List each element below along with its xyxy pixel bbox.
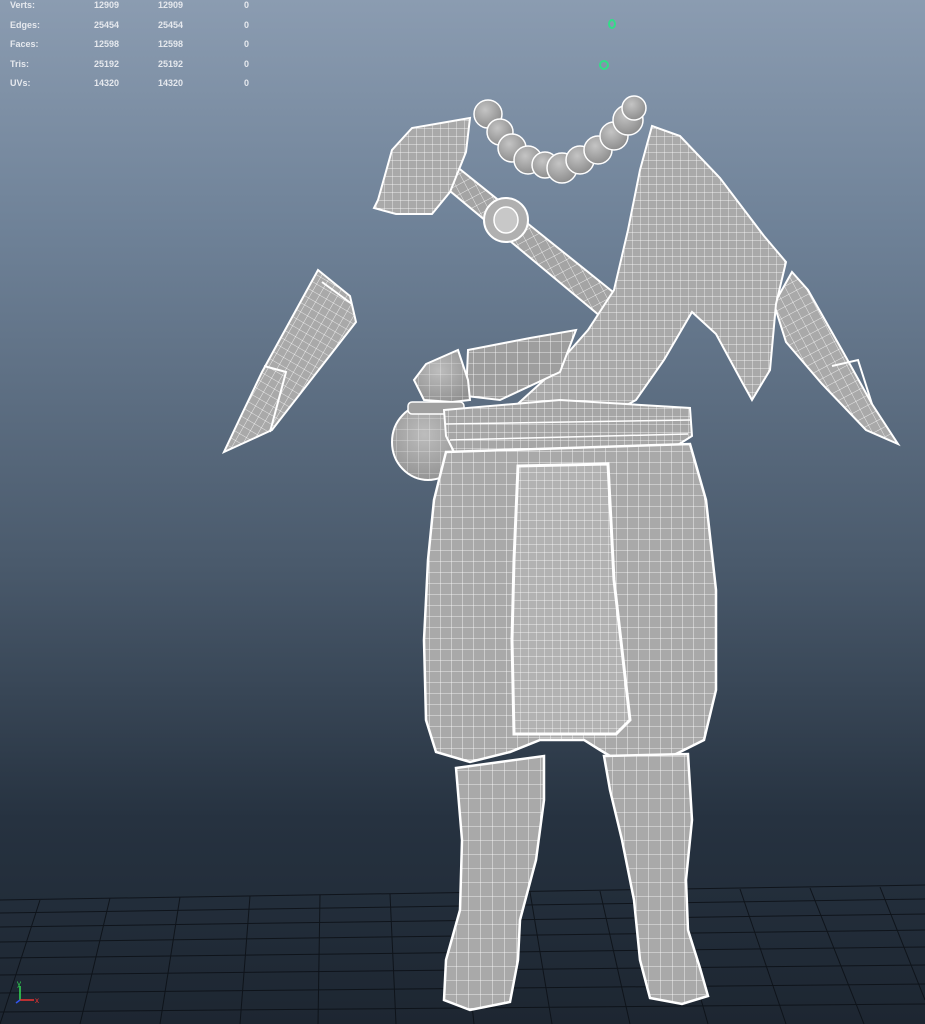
hud-label: Faces: xyxy=(10,39,39,49)
hud-value: 25192 xyxy=(94,58,120,69)
hud-value: 25454 xyxy=(158,19,184,30)
hud-row-verts: Verts: 12909 12909 0 xyxy=(10,0,270,16)
hud-value: 14320 xyxy=(94,78,120,88)
hud-value: 12598 xyxy=(94,39,120,49)
bead-necklace[interactable] xyxy=(473,95,647,184)
hud-value: 0 xyxy=(244,39,250,49)
hud-value: 0 xyxy=(244,19,250,30)
hud-label: Edges: xyxy=(10,19,41,30)
hud-row-uvs: UVs: 14320 14320 0 xyxy=(10,74,270,94)
hud-value: 12598 xyxy=(158,39,184,49)
viewport-scene[interactable] xyxy=(0,0,925,1024)
hud-value: 0 xyxy=(244,58,250,69)
hud-value: 25454 xyxy=(94,19,120,30)
view-axis-icon: y x xyxy=(15,979,39,1005)
hud-value: 25192 xyxy=(158,58,184,69)
hud-label: UVs: xyxy=(10,78,31,88)
hud-label: Tris: xyxy=(10,58,30,69)
hud-value: 0 xyxy=(244,78,250,88)
right-boot[interactable] xyxy=(602,752,710,1006)
left-arm-guard[interactable] xyxy=(221,268,358,455)
hud-row-edges: Edges: 25454 25454 0 xyxy=(10,16,270,36)
left-boot[interactable] xyxy=(442,754,546,1012)
hud-row-faces: Faces: 12598 12598 0 xyxy=(10,35,270,55)
manipulator-handles[interactable] xyxy=(599,19,616,70)
hud-value: 0 xyxy=(244,0,250,10)
poly-count-hud: Verts: 12909 12909 0 Edges: 25454 25454 … xyxy=(10,0,270,94)
hud-row-tris: Tris: 25192 25192 0 xyxy=(10,55,270,75)
hud-value: 12909 xyxy=(158,0,184,10)
axis-y-label: y xyxy=(17,979,21,988)
3d-viewport[interactable]: Verts: 12909 12909 0 Edges: 25454 25454 … xyxy=(0,0,925,1024)
hud-label: Verts: xyxy=(10,0,36,10)
axis-x-label: x xyxy=(35,996,39,1005)
hud-value: 14320 xyxy=(158,78,184,88)
hud-value: 12909 xyxy=(94,0,120,10)
right-arm-guard[interactable] xyxy=(772,270,901,447)
